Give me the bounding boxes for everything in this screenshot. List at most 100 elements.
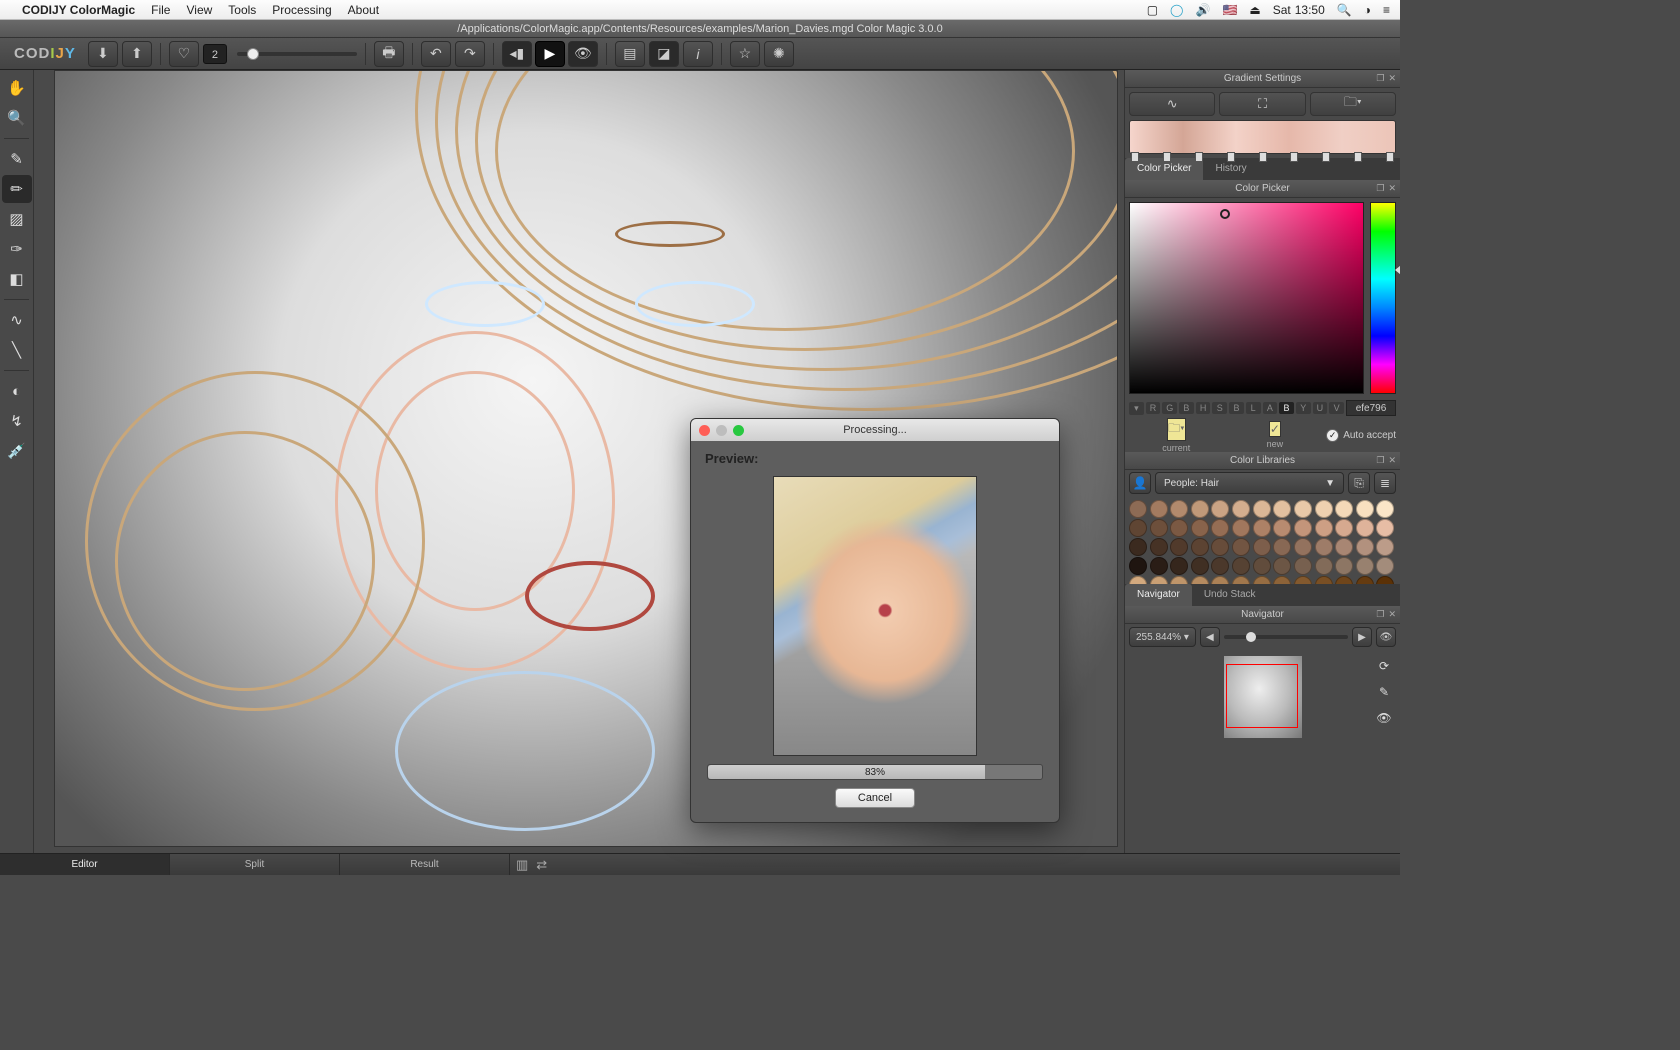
hex-input[interactable] (1346, 400, 1396, 416)
library-swatch[interactable] (1211, 500, 1229, 518)
print-button[interactable]: 🖶 (374, 41, 404, 67)
library-swatch[interactable] (1315, 576, 1333, 584)
clock-day[interactable]: Sat (1273, 3, 1291, 17)
gradient-stop[interactable] (1163, 152, 1171, 162)
pan-tool[interactable]: ✋ (2, 74, 32, 102)
library-swatch[interactable] (1191, 538, 1209, 556)
tab-navigator[interactable]: Navigator (1125, 584, 1192, 606)
library-swatch[interactable] (1273, 519, 1291, 537)
clock-time[interactable]: 13:50 (1295, 3, 1325, 17)
gradient-stop[interactable] (1386, 152, 1394, 162)
dialog-close-icon[interactable] (699, 425, 710, 436)
channel-a-7[interactable]: A (1263, 402, 1278, 414)
navigator-thumbnail[interactable] (1224, 656, 1302, 738)
library-swatch[interactable] (1356, 576, 1374, 584)
decolor-pen-tool[interactable]: ✑ (2, 235, 32, 263)
library-swatch[interactable] (1232, 576, 1250, 584)
gradient-capture-button[interactable]: ⛶ (1219, 92, 1305, 116)
library-swatch[interactable] (1253, 500, 1271, 518)
info-button[interactable]: i (683, 41, 713, 67)
zoom-value[interactable]: 255.844% ▾ (1129, 627, 1196, 647)
undock-icon[interactable]: ❐ (1376, 455, 1384, 466)
eraser-tool[interactable]: ◧ (2, 265, 32, 293)
bottom-tab-result[interactable]: Result (340, 854, 510, 875)
channel-l-6[interactable]: L (1246, 402, 1261, 414)
zoom-tool[interactable]: 🔍 (2, 104, 32, 132)
library-swatch[interactable] (1150, 538, 1168, 556)
undo-button[interactable]: ↶ (421, 41, 451, 67)
gradient-stop[interactable] (1131, 152, 1139, 162)
input-flag-icon[interactable]: 🇺🇸 (1222, 3, 1237, 17)
library-swatch[interactable] (1273, 500, 1291, 518)
hsl-tool[interactable]: ◐ (2, 377, 32, 405)
library-swatch[interactable] (1129, 519, 1147, 537)
library-swatch[interactable] (1191, 519, 1209, 537)
preview-toggle-button[interactable]: 👁 (568, 41, 598, 67)
menu-file[interactable]: File (151, 3, 170, 17)
library-swatch[interactable] (1315, 519, 1333, 537)
library-swatch[interactable] (1232, 500, 1250, 518)
sv-cursor[interactable] (1220, 209, 1230, 219)
process-run-button[interactable]: ▶ (535, 41, 565, 67)
close-icon[interactable]: ✕ (1388, 609, 1396, 620)
hue-slider[interactable] (1370, 202, 1396, 394)
tab-undo-stack[interactable]: Undo Stack (1192, 584, 1268, 606)
menu-list-icon[interactable]: ≡ (1383, 3, 1390, 17)
library-swatch[interactable] (1170, 557, 1188, 575)
spotlight-icon[interactable]: 🔍 (1337, 3, 1352, 17)
library-swatch[interactable] (1335, 576, 1353, 584)
nav-refresh-icon[interactable]: ⟳ (1374, 656, 1394, 676)
library-swatch[interactable] (1211, 576, 1229, 584)
library-swatch[interactable] (1356, 557, 1374, 575)
menubar-circle-icon[interactable]: ◯ (1170, 3, 1183, 17)
dialog-zoom-icon[interactable] (733, 425, 744, 436)
gradient-stop[interactable] (1227, 152, 1235, 162)
freehand-tool[interactable]: ∿ (2, 306, 32, 334)
channel-h-3[interactable]: H (1196, 402, 1211, 414)
channel-y-9[interactable]: Y (1296, 402, 1311, 414)
channel-g-1[interactable]: G (1162, 402, 1177, 414)
library-swatch[interactable] (1294, 500, 1312, 518)
volume-icon[interactable]: 🔊 (1195, 3, 1210, 17)
new-color-swatch[interactable]: ✓ (1269, 421, 1281, 437)
library-link-icon[interactable]: ⎘ (1348, 472, 1370, 494)
gradient-preview[interactable] (1129, 120, 1396, 154)
library-swatch[interactable] (1253, 576, 1271, 584)
current-color-swatch[interactable]: 🗀▾ (1167, 418, 1185, 441)
library-swatch[interactable] (1253, 519, 1271, 537)
channel-v-11[interactable]: V (1329, 402, 1344, 414)
channel-b-8[interactable]: B (1279, 402, 1294, 414)
eject-icon[interactable]: ⏏ (1249, 3, 1260, 17)
gradient-stop[interactable] (1290, 152, 1298, 162)
library-swatch[interactable] (1376, 519, 1394, 537)
library-swatch[interactable] (1129, 557, 1147, 575)
gradient-stop[interactable] (1195, 152, 1203, 162)
library-swatch[interactable] (1335, 557, 1353, 575)
menu-tools[interactable]: Tools (228, 3, 256, 17)
library-swatch[interactable] (1170, 576, 1188, 584)
library-swatch[interactable] (1211, 557, 1229, 575)
export-button[interactable]: ⬆ (122, 41, 152, 67)
library-swatch[interactable] (1376, 557, 1394, 575)
open-button[interactable]: ⬇ (88, 41, 118, 67)
library-swatch[interactable] (1150, 519, 1168, 537)
library-swatch[interactable] (1273, 538, 1291, 556)
library-swatch[interactable] (1129, 500, 1147, 518)
library-swatch[interactable] (1211, 538, 1229, 556)
library-swatch[interactable] (1211, 519, 1229, 537)
menu-about[interactable]: About (348, 3, 379, 17)
library-swatch[interactable] (1253, 538, 1271, 556)
library-swatch[interactable] (1356, 500, 1374, 518)
siri-icon[interactable]: ◑ (1364, 3, 1371, 17)
zoom-out-button[interactable]: ◀ (1200, 627, 1220, 647)
dropdown-icon[interactable]: ▾ (1129, 402, 1144, 415)
sync-icon[interactable]: ⇄ (536, 857, 547, 873)
dialog-titlebar[interactable]: Processing... (691, 419, 1059, 441)
sv-color-field[interactable] (1129, 202, 1364, 394)
undock-icon[interactable]: ❐ (1376, 183, 1384, 194)
gradient-pen-tool[interactable]: ✏ (2, 175, 32, 203)
library-swatch[interactable] (1294, 557, 1312, 575)
favorites-button[interactable]: ♡ (169, 41, 199, 67)
library-swatch[interactable] (1356, 538, 1374, 556)
library-swatch[interactable] (1335, 538, 1353, 556)
